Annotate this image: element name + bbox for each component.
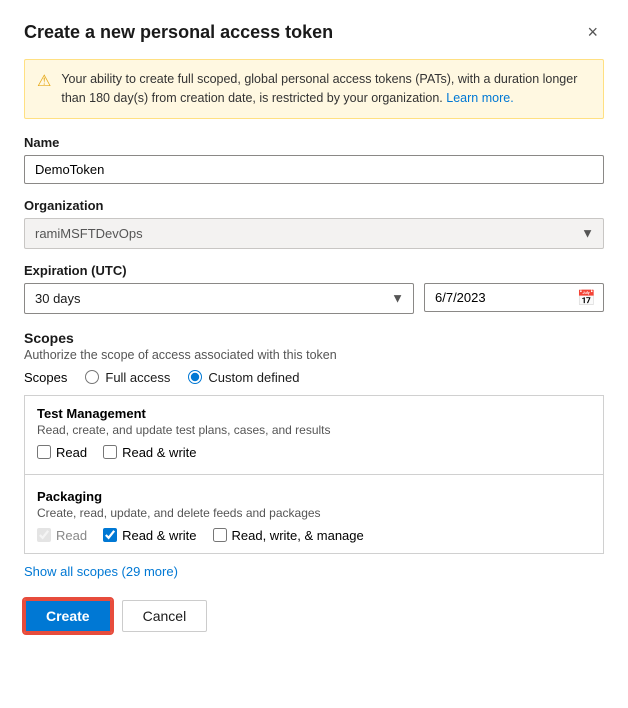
custom-defined-radio[interactable] (188, 370, 202, 384)
packaging-options: Read Read & write Read, write, & manage (37, 528, 591, 543)
org-label: Organization (24, 198, 604, 213)
cancel-button[interactable]: Cancel (122, 600, 208, 632)
scope-sections-container: Test Management Read, create, and update… (24, 395, 604, 554)
org-select-wrapper: ramiMSFTDevOps ▼ (24, 218, 604, 249)
expiration-label: Expiration (UTC) (24, 263, 604, 278)
test-management-section: Test Management Read, create, and update… (25, 396, 603, 470)
packaging-read-checkbox[interactable] (37, 528, 51, 542)
scopes-label: Scopes (24, 370, 67, 385)
test-readwrite-checkbox-label[interactable]: Read & write (103, 445, 196, 460)
modal-title: Create a new personal access token (24, 22, 333, 43)
packaging-read-label: Read (56, 528, 87, 543)
test-read-label: Read (56, 445, 87, 460)
packaging-manage-checkbox[interactable] (213, 528, 227, 542)
scopes-title: Scopes (24, 330, 604, 346)
packaging-readwrite-label: Read & write (122, 528, 196, 543)
scopes-radio-row: Scopes Full access Custom defined (24, 370, 604, 385)
packaging-readwrite-checkbox[interactable] (103, 528, 117, 542)
org-field-group: Organization ramiMSFTDevOps ▼ (24, 198, 604, 249)
create-token-modal: Create a new personal access token × ⚠ Y… (0, 0, 628, 708)
warning-banner: ⚠ Your ability to create full scoped, gl… (24, 59, 604, 119)
learn-more-link[interactable]: Learn more. (446, 91, 513, 105)
expiration-select-wrapper: 30 days 60 days 90 days Custom ▼ (24, 283, 414, 314)
test-management-title: Test Management (37, 406, 591, 421)
warning-text: Your ability to create full scoped, glob… (61, 70, 591, 108)
org-select[interactable]: ramiMSFTDevOps (24, 218, 604, 249)
date-input-wrapper: 📅 (424, 283, 604, 314)
modal-header: Create a new personal access token × (24, 20, 604, 45)
create-button[interactable]: Create (24, 599, 112, 633)
show-all-scopes-link[interactable]: Show all scopes (29 more) (24, 564, 178, 579)
warning-icon: ⚠ (37, 71, 51, 91)
packaging-read-checkbox-label[interactable]: Read (37, 528, 87, 543)
full-access-radio-label[interactable]: Full access (85, 370, 170, 385)
scopes-desc: Authorize the scope of access associated… (24, 348, 604, 362)
packaging-desc: Create, read, update, and delete feeds a… (37, 506, 591, 520)
footer: Create Cancel (24, 599, 604, 633)
test-readwrite-label: Read & write (122, 445, 196, 460)
date-input[interactable] (424, 283, 604, 312)
custom-defined-radio-label[interactable]: Custom defined (188, 370, 299, 385)
test-readwrite-checkbox[interactable] (103, 445, 117, 459)
packaging-title: Packaging (37, 489, 591, 504)
packaging-manage-checkbox-label[interactable]: Read, write, & manage (213, 528, 364, 543)
full-access-radio[interactable] (85, 370, 99, 384)
expiration-row: 30 days 60 days 90 days Custom ▼ 📅 (24, 283, 604, 314)
scopes-section: Scopes Authorize the scope of access ass… (24, 330, 604, 385)
test-management-options: Read Read & write (37, 445, 591, 460)
test-read-checkbox[interactable] (37, 445, 51, 459)
name-label: Name (24, 135, 604, 150)
name-input[interactable] (24, 155, 604, 184)
name-field-group: Name (24, 135, 604, 184)
full-access-label: Full access (105, 370, 170, 385)
expiration-select[interactable]: 30 days 60 days 90 days Custom (24, 283, 414, 314)
test-read-checkbox-label[interactable]: Read (37, 445, 87, 460)
close-button[interactable]: × (581, 20, 604, 45)
packaging-section: Packaging Create, read, update, and dele… (25, 479, 603, 553)
custom-defined-label: Custom defined (208, 370, 299, 385)
test-management-desc: Read, create, and update test plans, cas… (37, 423, 591, 437)
packaging-readwrite-checkbox-label[interactable]: Read & write (103, 528, 196, 543)
packaging-manage-label: Read, write, & manage (232, 528, 364, 543)
